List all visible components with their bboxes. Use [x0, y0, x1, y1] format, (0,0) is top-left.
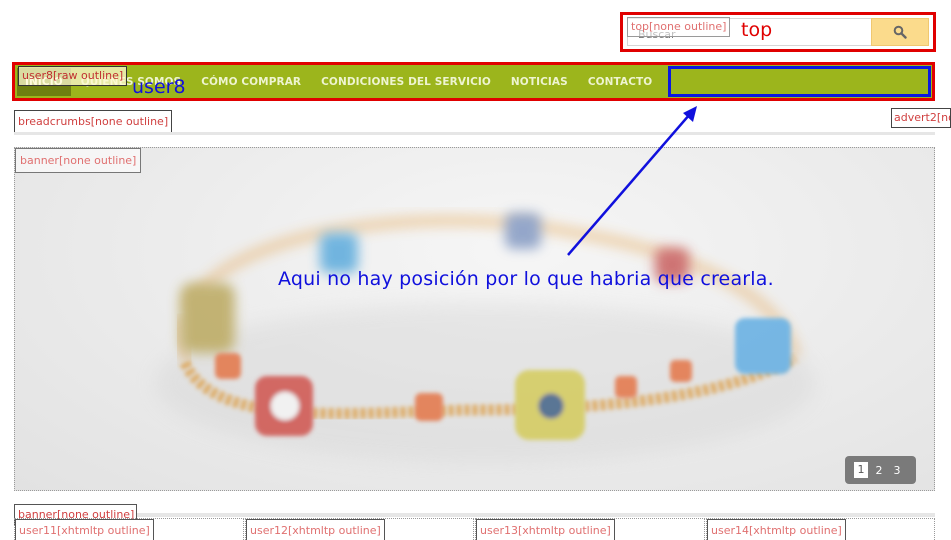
user8-position-label: user8[raw outline]	[18, 66, 128, 86]
menu-item-contacto[interactable]: CONTACTO	[578, 76, 663, 88]
banner-slideshow[interactable]: banner[none outline] 1 2 3	[14, 147, 935, 491]
user14-position: user14 user14[xhtmltp outline]	[706, 518, 935, 540]
new-position-highlight	[668, 66, 931, 97]
page: top[none outline] top INICIO QUIÉNES SOM…	[0, 0, 951, 540]
top-annotation: top	[741, 19, 773, 41]
user11-position: user11 user11[xhtmltp outline]	[14, 518, 244, 540]
pager-page-2[interactable]: 2	[872, 464, 886, 477]
menu-item-condiciones[interactable]: CONDICIONES DEL SERVICIO	[311, 76, 501, 88]
user12-position: user12 user12[xhtmltp outline]	[245, 518, 474, 540]
user11-position-label: user11[xhtmltp outline]	[15, 519, 154, 540]
user8-position-region: INICIO QUIÉNES SOMOS CÓMO COMPRAR CONDIC…	[12, 62, 935, 101]
top-position-region: top[none outline] top	[620, 12, 936, 52]
search-icon	[893, 25, 907, 39]
slider-pager: 1 2 3	[845, 456, 916, 484]
pager-page-3[interactable]: 3	[890, 464, 904, 477]
user13-position-label: user13[xhtmltp outline]	[476, 519, 615, 540]
user12-position-label: user12[xhtmltp outline]	[246, 519, 385, 540]
search-button[interactable]	[871, 18, 929, 46]
main-menu-bar: INICIO QUIÉNES SOMOS CÓMO COMPRAR CONDIC…	[15, 65, 932, 98]
bottom-separator	[14, 513, 935, 517]
menu-item-como-comprar[interactable]: CÓMO COMPRAR	[191, 76, 311, 88]
top-position-label: top[none outline]	[627, 17, 731, 37]
separator-line	[14, 132, 935, 135]
user8-annotation: user8	[132, 76, 186, 98]
user13-position: user13 user13[xhtmltp outline]	[475, 518, 705, 540]
advert-position-label: advert2[none outline]	[891, 108, 951, 128]
menu-item-noticias[interactable]: NOTICIAS	[501, 76, 578, 88]
annotation-text: Aqui no hay posición por lo que habria q…	[278, 268, 774, 290]
pager-page-1[interactable]: 1	[854, 462, 868, 478]
bracelet-photo	[155, 213, 815, 463]
breadcrumbs-position-label: breadcrumbs[none outline]	[14, 110, 173, 133]
user14-position-label: user14[xhtmltp outline]	[707, 519, 846, 540]
banner-position-label: banner[none outline]	[15, 148, 142, 173]
